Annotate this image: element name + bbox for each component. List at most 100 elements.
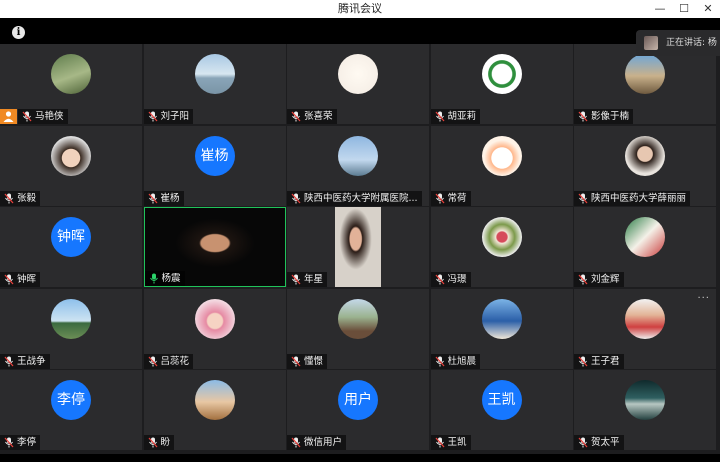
participant-tile[interactable]: 年星 — [287, 207, 429, 287]
participant-namebar: 杨震 — [144, 271, 185, 286]
mic-muted-icon — [291, 274, 301, 285]
mic-muted-icon — [435, 274, 444, 285]
mic-muted-icon — [578, 193, 588, 203]
participant-tile[interactable]: 吕蕊花 — [143, 288, 286, 369]
participant-tile[interactable]: 崔杨 崔杨 — [143, 125, 286, 206]
participant-avatar — [51, 298, 91, 339]
mic-muted-icon — [148, 356, 157, 366]
participant-avatar — [51, 54, 91, 94]
participant-avatar — [625, 380, 665, 420]
mic-muted-icon — [22, 111, 32, 122]
speaker-avatar — [644, 36, 658, 50]
participant-tile[interactable]: 李停 李停 — [0, 370, 142, 450]
mic-muted-icon — [578, 437, 588, 448]
window-title: 腾讯会议 — [338, 2, 382, 15]
window-titlebar: 腾讯会议 — ☐ ✕ — [0, 0, 720, 18]
info-icon[interactable]: i — [12, 26, 25, 39]
participant-tile[interactable]: 张毅 — [0, 125, 142, 206]
more-options-icon[interactable]: ··· — [697, 293, 710, 304]
participant-namebar: 影像于楠 — [574, 109, 634, 124]
participant-namebar: 胡亚莉 — [430, 109, 481, 124]
mic-muted-icon — [148, 437, 157, 448]
mic-muted-icon — [4, 356, 14, 366]
participant-name: 马艳侠 — [35, 111, 64, 122]
participant-avatar — [338, 135, 378, 176]
participant-avatar: 李停 — [51, 380, 91, 420]
participant-tile[interactable]: 陕西中医药大学附属医院... — [287, 125, 429, 206]
participant-video — [335, 207, 381, 287]
participant-namebar: 马艳侠 — [18, 109, 68, 124]
participant-tile[interactable]: 影像于楠 — [574, 44, 716, 124]
participant-avatar — [194, 54, 235, 94]
participant-namebar: 杜旭晨 — [430, 353, 481, 369]
mic-muted-icon — [578, 111, 588, 122]
participant-avatar — [481, 217, 522, 257]
participant-namebar: 年星 — [287, 272, 328, 287]
participant-namebar: 盼 — [143, 435, 175, 450]
participant-namebar: 钟晖 — [0, 272, 41, 287]
participant-name: 吕蕊花 — [160, 355, 190, 367]
participant-namebar: 刘金辉 — [574, 272, 624, 287]
participant-tile[interactable]: 杨震 — [143, 207, 286, 287]
participant-tile[interactable]: 杜旭晨 — [430, 288, 573, 369]
participant-tile[interactable]: 刘子阳 — [143, 44, 286, 124]
participant-tile[interactable]: 冯璟 — [430, 207, 573, 287]
active-speaker-indicator[interactable]: 正在讲话: 杨 — [636, 30, 720, 56]
window-controls: — ☐ ✕ — [648, 0, 720, 18]
participant-tile[interactable]: 懂憬 — [287, 288, 429, 369]
participant-namebar: 贺太平 — [574, 435, 624, 450]
participant-avatar — [481, 298, 522, 339]
participant-name: 王战争 — [17, 355, 46, 367]
mic-muted-icon — [4, 193, 14, 203]
participant-tile[interactable]: 胡亚莉 — [430, 44, 573, 124]
participant-name: 影像于楠 — [591, 111, 630, 122]
mic-muted-icon — [578, 274, 588, 285]
participant-tile[interactable]: 用户微信用户 — [287, 370, 429, 450]
participant-namebar: 懂憬 — [287, 353, 328, 369]
host-badge-icon — [0, 109, 17, 124]
participant-name: 懂憬 — [304, 355, 324, 367]
participant-tile[interactable]: ··· 王子君 — [574, 288, 716, 369]
participant-avatar — [625, 298, 665, 339]
participant-name: 杜旭晨 — [447, 355, 477, 367]
participant-tile[interactable]: 王凯 王凯 — [430, 370, 573, 450]
participant-namebar: 王凯 — [430, 435, 471, 450]
participant-tile[interactable]: 钟晖 钟晖 — [0, 207, 142, 287]
maximize-button[interactable]: ☐ — [672, 0, 696, 18]
participant-namebar: 常荷 — [430, 190, 471, 206]
participant-avatar — [194, 380, 235, 420]
mic-muted-icon — [578, 356, 588, 366]
participant-namebar: 崔杨 — [143, 190, 184, 206]
participant-avatar: 钟晖 — [51, 217, 91, 257]
meeting-bottombar — [0, 454, 720, 462]
participant-name: 刘金辉 — [591, 274, 620, 285]
participant-tile[interactable]: 马艳侠 — [0, 44, 142, 124]
participant-namebar: 王子君 — [574, 353, 624, 369]
participant-tile[interactable]: 张喜荣 — [287, 44, 429, 124]
participant-avatar — [625, 217, 665, 257]
participant-avatar: 王凯 — [481, 380, 522, 420]
participant-name: 张喜荣 — [304, 111, 333, 122]
participant-tile[interactable]: 盼 — [143, 370, 286, 450]
participant-namebar: 王战争 — [0, 353, 50, 369]
participant-namebar: 李停 — [0, 435, 41, 450]
close-button[interactable]: ✕ — [696, 0, 720, 18]
participant-name: 王子君 — [591, 355, 620, 367]
participant-tile[interactable]: 刘金辉 — [574, 207, 716, 287]
participant-name: 胡亚莉 — [447, 111, 477, 122]
participant-avatar — [481, 135, 522, 176]
participant-name: 冯璟 — [447, 274, 467, 285]
participant-tile[interactable]: 贺太平 — [574, 370, 716, 450]
participant-tile[interactable]: 常荷 — [430, 125, 573, 206]
mic-muted-icon — [435, 356, 444, 366]
participant-name: 微信用户 — [304, 437, 343, 448]
participant-namebar: 冯璟 — [430, 272, 471, 287]
participant-tile[interactable]: 陕西中医药大学薛丽丽 — [574, 125, 716, 206]
participant-name: 钟晖 — [17, 274, 37, 285]
participant-avatar: 用户 — [338, 380, 378, 420]
participant-name: 张毅 — [17, 192, 37, 204]
participant-name: 贺太平 — [591, 437, 620, 448]
minimize-button[interactable]: — — [648, 0, 672, 18]
participant-tile[interactable]: 王战争 — [0, 288, 142, 369]
participant-name: 盼 — [160, 437, 171, 448]
